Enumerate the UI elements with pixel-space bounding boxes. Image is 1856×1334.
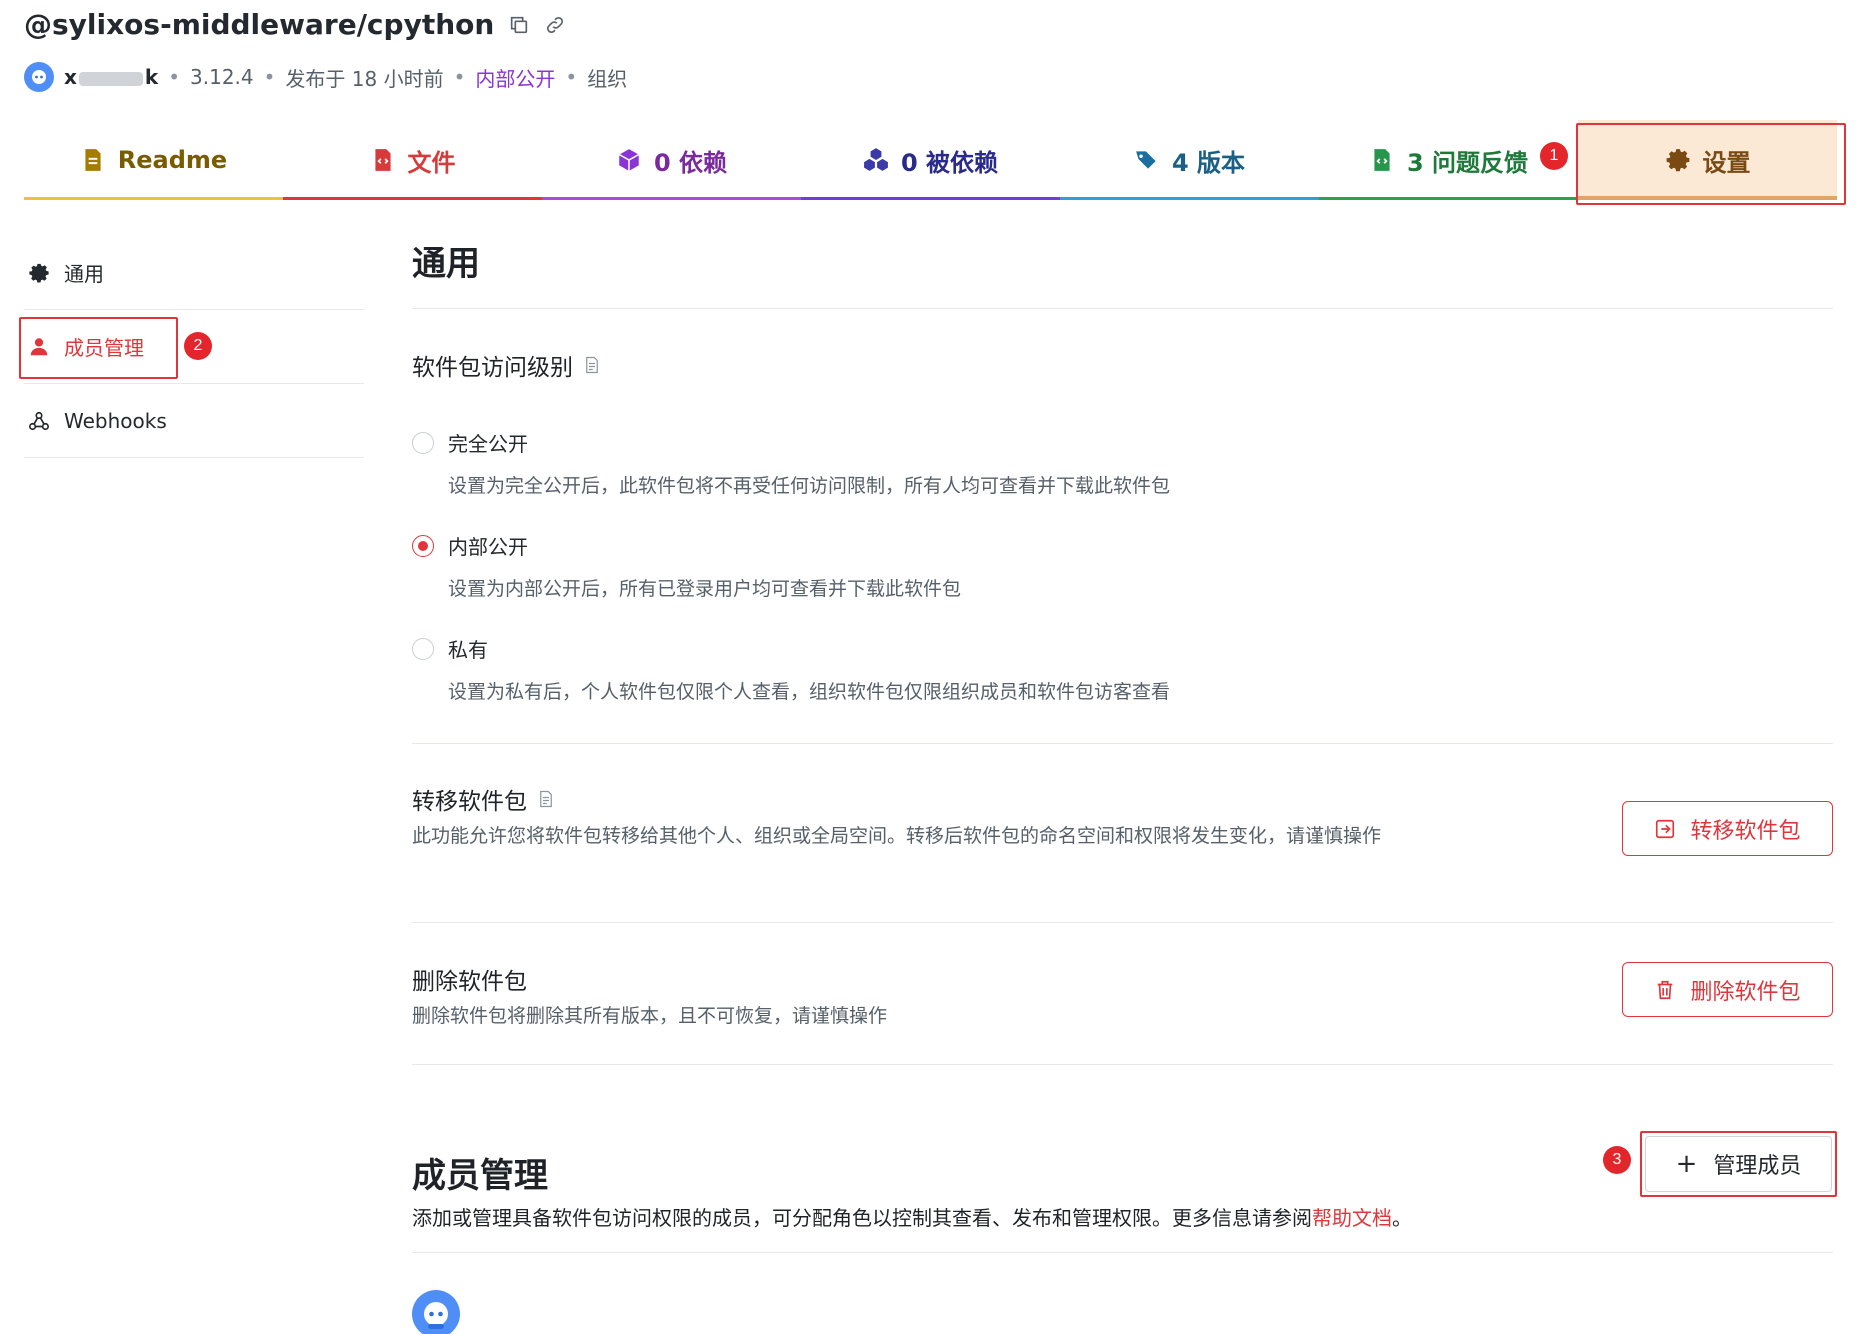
manage-members-button[interactable]: + 管理成员 [1645, 1136, 1832, 1192]
publisher-name[interactable]: xk [64, 65, 158, 89]
members-desc: 添加或管理具备软件包访问权限的成员，可分配角色以控制其查看、发布和管理权限。更多… [412, 1206, 1412, 1230]
help-docs-link[interactable]: 帮助文档 [1312, 1206, 1392, 1230]
sidebar-item-general[interactable]: 通用 [24, 236, 364, 310]
sidebar-item-webhooks[interactable]: Webhooks [24, 384, 364, 458]
sidebar-item-label: Webhooks [64, 408, 167, 433]
radio-private[interactable] [412, 637, 434, 660]
webhook-icon [29, 411, 49, 430]
section-title-general: 通用 [412, 244, 480, 284]
tab-files[interactable]: 文件 [283, 120, 542, 200]
divider [412, 1252, 1833, 1253]
member-avatar[interactable] [412, 1290, 460, 1334]
doc-icon[interactable] [583, 356, 601, 374]
access-level-title: 软件包访问级别 [412, 348, 601, 382]
robot-avatar-icon [424, 1302, 448, 1329]
readme-file-icon [85, 149, 101, 171]
step-marker-3: 3 [1603, 1146, 1631, 1174]
redacted-text [78, 71, 143, 86]
divider [412, 308, 1833, 309]
transfer-title: 转移软件包 [412, 782, 555, 816]
tab-issues[interactable]: 3 问题反馈 [1319, 120, 1578, 200]
issue-file-icon [1374, 149, 1390, 171]
step-marker-1: 1 [1540, 142, 1568, 170]
tags-icon [1136, 151, 1156, 169]
divider [412, 1064, 1833, 1065]
radio-option-private[interactable]: 私有 设置为私有后，个人软件包仅限个人查看，组织软件包仅限组织成员和软件包访客查… [412, 634, 1170, 704]
gear-icon [29, 263, 49, 283]
publish-time: 发布于 18 小时前 [285, 66, 444, 91]
sidebar-item-label: 成员管理 [64, 336, 144, 360]
delete-title: 删除软件包 [412, 969, 527, 995]
cube-icon [618, 149, 640, 171]
tab-versions[interactable]: 4 版本 [1060, 120, 1319, 200]
code-file-icon [374, 149, 391, 171]
radio-option-public[interactable]: 完全公开 设置为完全公开后，此软件包将不再受任何访问限制，所有人均可查看并下载此… [412, 428, 1170, 498]
trash-icon [1658, 980, 1673, 999]
copy-icon[interactable] [508, 14, 530, 36]
link-icon[interactable] [544, 14, 566, 36]
tab-readme[interactable]: Readme [24, 120, 283, 200]
robot-avatar-icon [32, 70, 46, 84]
visibility-badge: 内部公开 [475, 66, 556, 91]
avatar[interactable] [24, 62, 54, 92]
tab-dependents[interactable]: 0 被依赖 [801, 120, 1060, 200]
doc-icon[interactable] [537, 790, 555, 808]
delete-package-button[interactable]: 删除软件包 [1622, 962, 1833, 1017]
radio-internal[interactable] [412, 534, 434, 557]
cubes-icon [864, 148, 888, 171]
package-meta: xk • 3.12.4 • 发布于 18 小时前 • 内部公开 • 组织 [24, 62, 627, 92]
plus-icon: + [1675, 1149, 1698, 1179]
divider [412, 743, 1833, 744]
sidebar-item-label: 通用 [64, 262, 104, 286]
transfer-desc: 此功能允许您将软件包转移给其他个人、组织或全局空间。转移后软件包的命名空间和权限… [412, 825, 1382, 847]
transfer-icon [1656, 819, 1675, 838]
package-name: @sylixos-middleware/cpython [24, 8, 495, 41]
radio-public[interactable] [412, 431, 434, 454]
step-marker-2: 2 [184, 332, 212, 360]
gear-icon [1666, 149, 1689, 172]
version: 3.12.4 [190, 65, 254, 89]
option-desc: 设置为私有后，个人软件包仅限个人查看，组织软件包仅限组织成员和软件包访客查看 [448, 681, 1171, 703]
user-icon [30, 337, 48, 355]
tab-settings[interactable]: 设置 [1578, 120, 1837, 200]
delete-desc: 删除软件包将删除其所有版本，且不可恢复，请谨慎操作 [412, 1005, 888, 1027]
owner-type: 组织 [587, 66, 628, 91]
option-desc: 设置为完全公开后，此软件包将不再受任何访问限制，所有人均可查看并下载此软件包 [448, 475, 1171, 497]
radio-option-internal[interactable]: 内部公开 设置为内部公开后，所有已登录用户均可查看并下载此软件包 [412, 531, 961, 601]
section-title-members: 成员管理 [412, 1156, 548, 1196]
tab-dependencies[interactable]: 0 依赖 [542, 120, 801, 200]
package-title-row: @sylixos-middleware/cpython [24, 8, 566, 41]
transfer-package-button[interactable]: 转移软件包 [1622, 801, 1833, 856]
divider [412, 922, 1833, 923]
option-desc: 设置为内部公开后，所有已登录用户均可查看并下载此软件包 [448, 578, 962, 600]
